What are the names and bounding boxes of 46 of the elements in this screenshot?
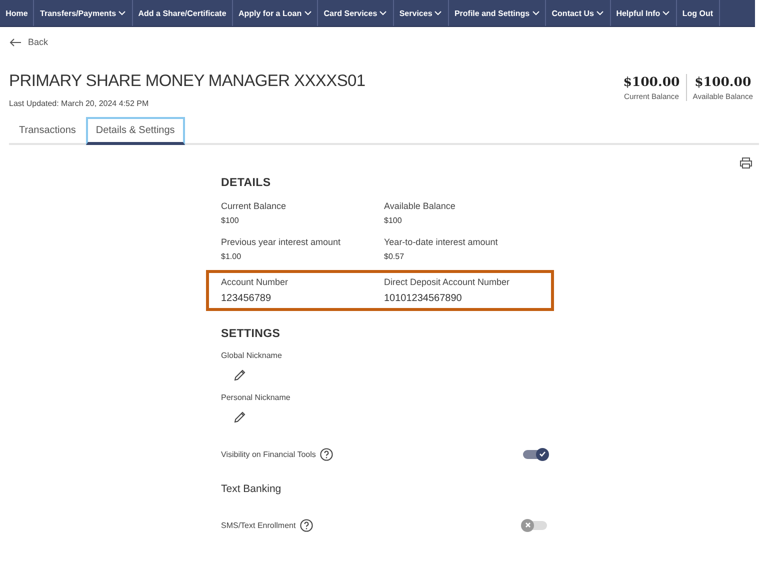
field-label: Current Balance	[221, 200, 288, 210]
balance-amount: $100.00	[694, 74, 752, 88]
field-value: $0.57	[384, 252, 406, 260]
print-icon[interactable]	[739, 156, 753, 168]
help-icon[interactable]	[300, 518, 313, 532]
nav-link[interactable]: Contact Us	[546, 0, 611, 26]
section-heading: SETTINGS	[221, 328, 282, 340]
pencil-icon[interactable]	[233, 410, 246, 424]
help-icon[interactable]	[320, 448, 333, 460]
field-value: $100	[221, 216, 240, 224]
nav-link[interactable]: Log Out	[676, 0, 720, 26]
tab[interactable]: Details & Settings	[86, 116, 185, 144]
nav-link[interactable]: Helpful Info	[610, 0, 677, 26]
field-label: Direct Deposit Account Number	[384, 276, 511, 286]
last-updated-text: Last Updated: March 20, 2024 4:52 PM	[9, 98, 150, 108]
subsection-heading: Text Banking	[221, 482, 282, 494]
nav-link[interactable]: Card Services	[318, 0, 394, 26]
x-icon	[524, 522, 530, 528]
back-link[interactable]: Back	[9, 37, 48, 47]
field-label: Available Balance	[384, 200, 456, 210]
pencil-icon[interactable]	[233, 368, 246, 382]
nav-link[interactable]: Services	[394, 0, 449, 26]
check-icon	[539, 451, 546, 457]
tab[interactable]: Transactions	[9, 116, 86, 142]
setting-label: SMS/Text Enrollment	[221, 520, 296, 530]
field-label: Previous year interest amount	[221, 236, 342, 246]
nav-link[interactable]: Apply for a Loan	[232, 0, 318, 26]
setting-label: Personal Nickname	[221, 392, 292, 402]
arrow-left-icon	[9, 38, 22, 46]
field-label: Year-to-date interest amount	[384, 236, 499, 246]
nav-link[interactable]: Transfers/Payments	[34, 0, 133, 26]
setting-label: Visibility on Financial Tools	[221, 450, 316, 458]
field-value: 10101234567890	[384, 292, 463, 304]
section-heading: DETAILS	[221, 176, 272, 188]
nav-link[interactable]: Add a Share/Certificate	[132, 0, 233, 26]
setting-label: Global Nickname	[221, 350, 283, 360]
field-value: $100	[384, 216, 403, 224]
field-value: $1.00	[221, 252, 242, 260]
field-value: 123456789	[221, 292, 272, 304]
toggle-switch[interactable]	[523, 520, 547, 530]
account-title: PRIMARY SHARE MONEY MANAGER XXXXS01	[9, 72, 366, 90]
toggle-switch[interactable]	[523, 450, 547, 458]
field-label: Account Number	[221, 276, 290, 286]
balance-amount: $100.00	[623, 74, 680, 88]
nav-link[interactable]: Profile and Settings	[448, 0, 546, 26]
nav-link[interactable]: Home	[0, 0, 34, 26]
